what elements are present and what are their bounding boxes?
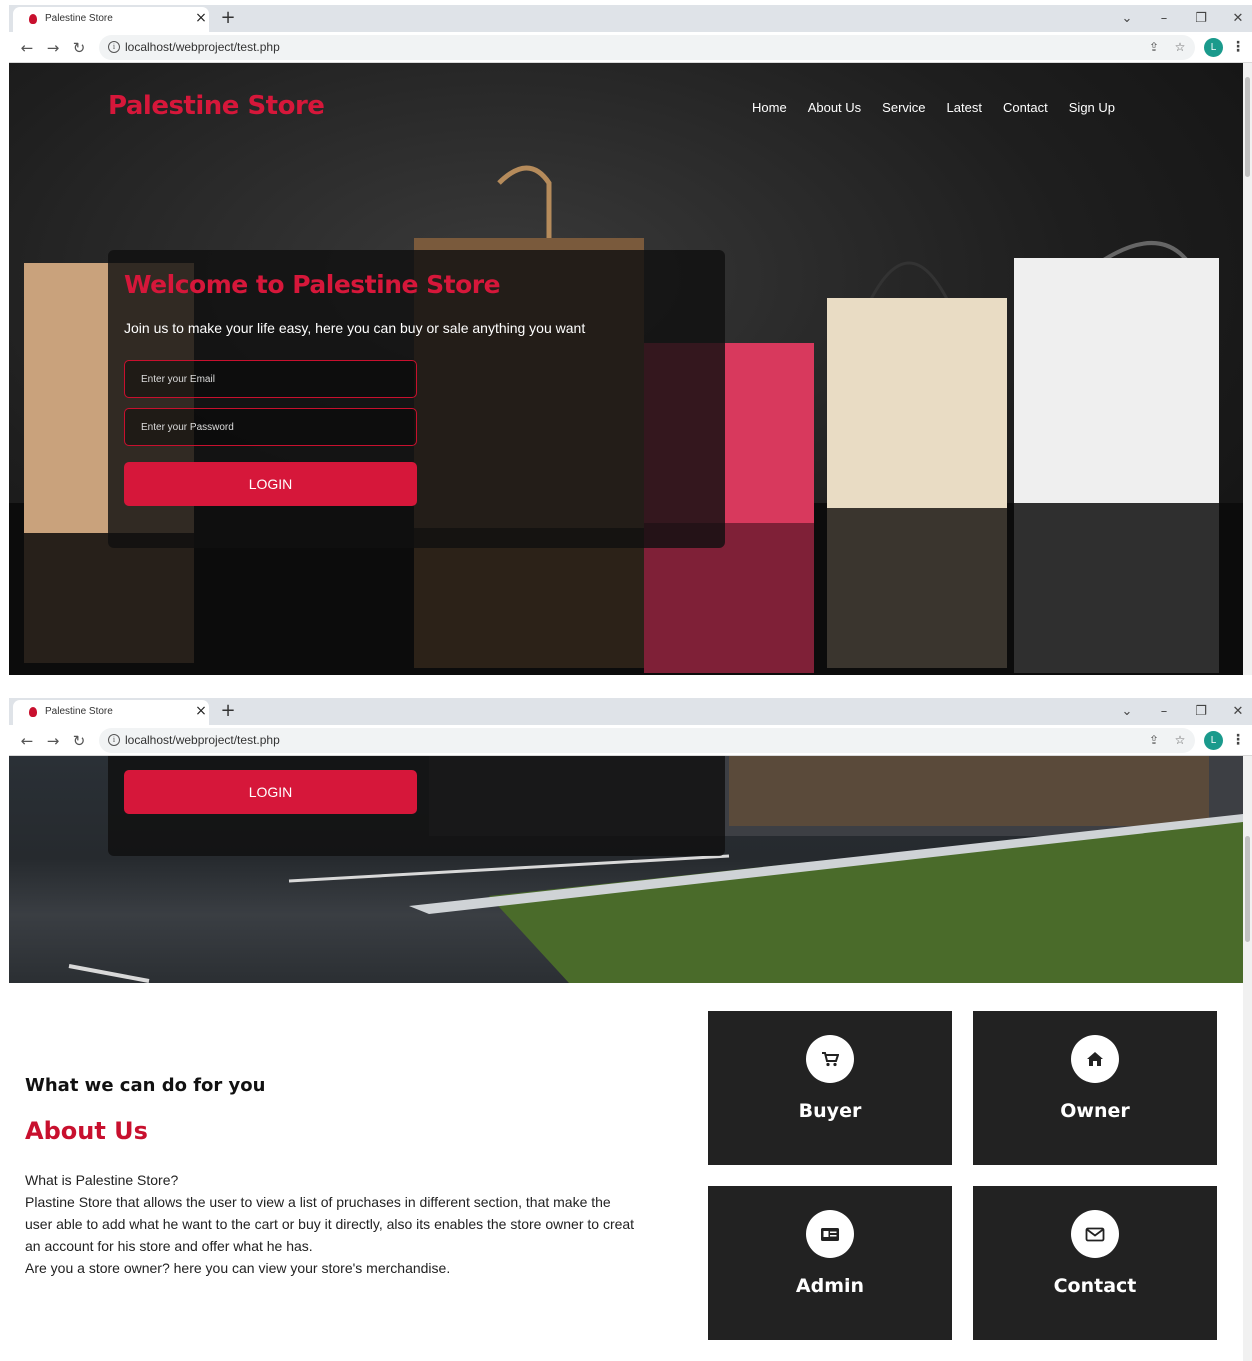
nav-contact[interactable]: Contact bbox=[1003, 100, 1048, 115]
address-toolbar: ← → ↻ i localhost/webproject/test.php ⇪ … bbox=[9, 725, 1252, 756]
login-panel: Welcome to Palestine Store Join us to ma… bbox=[108, 250, 725, 548]
site-logo[interactable]: Palestine Store bbox=[108, 91, 325, 121]
card-label: Owner bbox=[1060, 1100, 1130, 1122]
bookmark-star-icon[interactable]: ☆ bbox=[1171, 38, 1189, 56]
card-buyer[interactable]: Buyer bbox=[708, 1011, 952, 1165]
home-icon bbox=[1071, 1035, 1119, 1083]
browser-window-bottom: Palestine Store × + ⌄ – ❐ ✕ ← → ↻ i loca… bbox=[9, 698, 1252, 1361]
hero-title: Welcome to Palestine Store bbox=[124, 270, 501, 299]
tab-title: Palestine Store bbox=[45, 706, 113, 717]
url-text[interactable]: localhost/webproject/test.php bbox=[125, 733, 280, 747]
back-icon[interactable]: ← bbox=[17, 731, 37, 751]
about-text: What is Palestine Store? Plastine Store … bbox=[25, 1169, 635, 1279]
login-button[interactable]: LOGIN bbox=[124, 770, 417, 814]
nav-latest[interactable]: Latest bbox=[947, 100, 982, 115]
address-bar[interactable]: i localhost/webproject/test.php ⇪ ☆ bbox=[99, 35, 1195, 60]
nav-service[interactable]: Service bbox=[882, 100, 925, 115]
profile-avatar[interactable]: L bbox=[1204, 731, 1223, 750]
page-scrollbar[interactable] bbox=[1243, 756, 1252, 1361]
back-icon[interactable]: ← bbox=[17, 38, 37, 58]
about-subheading: What we can do for you bbox=[25, 1075, 266, 1096]
address-toolbar: ← → ↻ i localhost/webproject/test.php ⇪ … bbox=[9, 32, 1252, 63]
hero-tagline: Join us to make your life easy, here you… bbox=[124, 320, 586, 336]
nav-sign-up[interactable]: Sign Up bbox=[1069, 100, 1115, 115]
nav-home[interactable]: Home bbox=[752, 100, 787, 115]
favicon-icon bbox=[29, 707, 37, 717]
window-close-icon[interactable]: ✕ bbox=[1226, 9, 1250, 29]
card-label: Admin bbox=[795, 1275, 865, 1297]
reload-icon[interactable]: ↻ bbox=[69, 38, 89, 58]
restore-icon[interactable]: ❐ bbox=[1189, 9, 1213, 29]
address-bar[interactable]: i localhost/webproject/test.php ⇪ ☆ bbox=[99, 728, 1195, 753]
new-tab-icon[interactable]: + bbox=[217, 700, 239, 722]
tab-search-icon[interactable]: ⌄ bbox=[1115, 9, 1139, 29]
profile-avatar[interactable]: L bbox=[1204, 38, 1223, 57]
url-text[interactable]: localhost/webproject/test.php bbox=[125, 40, 280, 54]
card-contact[interactable]: Contact bbox=[973, 1186, 1217, 1340]
browser-window-top: Palestine Store × + ⌄ – ❐ ✕ ← → ↻ i loca… bbox=[9, 5, 1252, 675]
minimize-icon[interactable]: – bbox=[1152, 702, 1176, 722]
hero-section: Palestine Store Home About Us Service La… bbox=[9, 63, 1243, 675]
login-button[interactable]: LOGIN bbox=[124, 462, 417, 506]
page-scrollbar[interactable] bbox=[1243, 63, 1252, 675]
tab-strip: Palestine Store × + ⌄ – ❐ ✕ bbox=[9, 5, 1252, 32]
share-icon[interactable]: ⇪ bbox=[1145, 38, 1163, 56]
minimize-icon[interactable]: – bbox=[1152, 9, 1176, 29]
restore-icon[interactable]: ❐ bbox=[1189, 702, 1213, 722]
about-title: About Us bbox=[25, 1117, 148, 1145]
window-close-icon[interactable]: ✕ bbox=[1226, 702, 1250, 722]
envelope-icon bbox=[1071, 1210, 1119, 1258]
shopping-cart-icon bbox=[806, 1035, 854, 1083]
tab-strip: Palestine Store × + ⌄ – ❐ ✕ bbox=[9, 698, 1252, 725]
scrollbar-thumb[interactable] bbox=[1245, 77, 1250, 177]
id-card-icon bbox=[806, 1210, 854, 1258]
login-panel: LOGIN bbox=[108, 756, 725, 856]
close-tab-icon[interactable]: × bbox=[193, 702, 209, 720]
browser-tab[interactable]: Palestine Store × bbox=[13, 7, 209, 32]
about-paragraph: What is Palestine Store? bbox=[25, 1172, 179, 1188]
tab-search-icon[interactable]: ⌄ bbox=[1115, 702, 1139, 722]
browser-tab[interactable]: Palestine Store × bbox=[13, 700, 209, 725]
card-label: Buyer bbox=[798, 1100, 862, 1122]
browser-menu-icon[interactable]: ⋮ bbox=[1231, 37, 1245, 57]
about-paragraph: Plastine Store that allows the user to v… bbox=[25, 1194, 635, 1254]
card-owner[interactable]: Owner bbox=[973, 1011, 1217, 1165]
email-field[interactable] bbox=[124, 360, 417, 398]
reload-icon[interactable]: ↻ bbox=[69, 731, 89, 751]
site-info-icon[interactable]: i bbox=[108, 41, 120, 53]
site-info-icon[interactable]: i bbox=[108, 734, 120, 746]
hero-section-scrolled: LOGIN bbox=[9, 756, 1243, 983]
forward-icon[interactable]: → bbox=[43, 731, 63, 751]
scrollbar-thumb[interactable] bbox=[1245, 836, 1250, 942]
browser-menu-icon[interactable]: ⋮ bbox=[1231, 730, 1245, 750]
share-icon[interactable]: ⇪ bbox=[1145, 731, 1163, 749]
tab-title: Palestine Store bbox=[45, 13, 113, 24]
card-admin[interactable]: Admin bbox=[708, 1186, 952, 1340]
nav-about-us[interactable]: About Us bbox=[808, 100, 861, 115]
forward-icon[interactable]: → bbox=[43, 38, 63, 58]
new-tab-icon[interactable]: + bbox=[217, 7, 239, 29]
about-paragraph: Are you a store owner? here you can view… bbox=[25, 1260, 451, 1276]
close-tab-icon[interactable]: × bbox=[193, 9, 209, 27]
about-section: What we can do for you About Us What is … bbox=[9, 983, 1243, 1361]
main-nav: Home About Us Service Latest Contact Sig… bbox=[752, 100, 1115, 115]
favicon-icon bbox=[29, 14, 37, 24]
bookmark-star-icon[interactable]: ☆ bbox=[1171, 731, 1189, 749]
card-label: Contact bbox=[1053, 1275, 1137, 1297]
password-field[interactable] bbox=[124, 408, 417, 446]
